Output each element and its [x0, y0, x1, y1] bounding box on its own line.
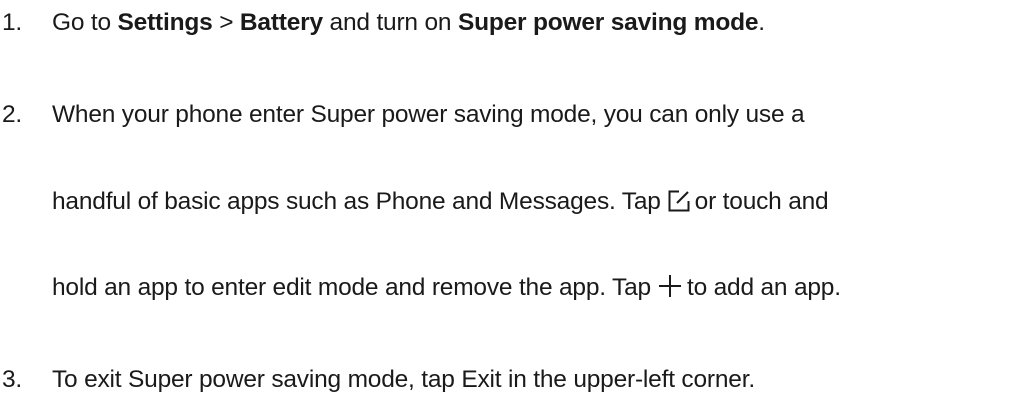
step-text: When your phone enter Super power saving…: [52, 101, 805, 128]
step-number: 2.: [2, 101, 23, 128]
step-text: to add an app.: [686, 274, 841, 301]
step-text: Go to: [52, 9, 118, 36]
step-text: and turn on: [322, 9, 458, 36]
step-3: 3. To exit Super power saving mode, tap E…: [0, 365, 755, 395]
settings-label: Settings: [117, 9, 213, 36]
super-power-saving-label: Super power saving mode: [457, 9, 759, 36]
step-text: or touch and: [694, 188, 829, 215]
plus-icon: [657, 273, 683, 299]
step-text: handful of basic apps such as Phone and …: [52, 188, 661, 215]
step-2-line-1: 2. When your phone enter Super power savi…: [0, 100, 805, 130]
edit-icon: [667, 189, 691, 213]
separator: >: [212, 9, 240, 36]
step-text: To exit Super power saving mode, tap Exi…: [52, 366, 755, 393]
instructions-document: 1. Go to Settings > Battery and turn on S…: [0, 0, 1025, 409]
step-1: 1. Go to Settings > Battery and turn on S…: [0, 8, 765, 38]
step-text: hold an app to enter edit mode and remov…: [52, 274, 651, 301]
step-number: 3.: [2, 366, 23, 393]
step-text: .: [758, 9, 765, 36]
battery-label: Battery: [239, 9, 323, 36]
step-2-line-3: hold an app to enter edit mode and remov…: [52, 273, 841, 303]
step-number: 1.: [2, 9, 23, 36]
step-2-line-2: handful of basic apps such as Phone and …: [52, 187, 829, 217]
